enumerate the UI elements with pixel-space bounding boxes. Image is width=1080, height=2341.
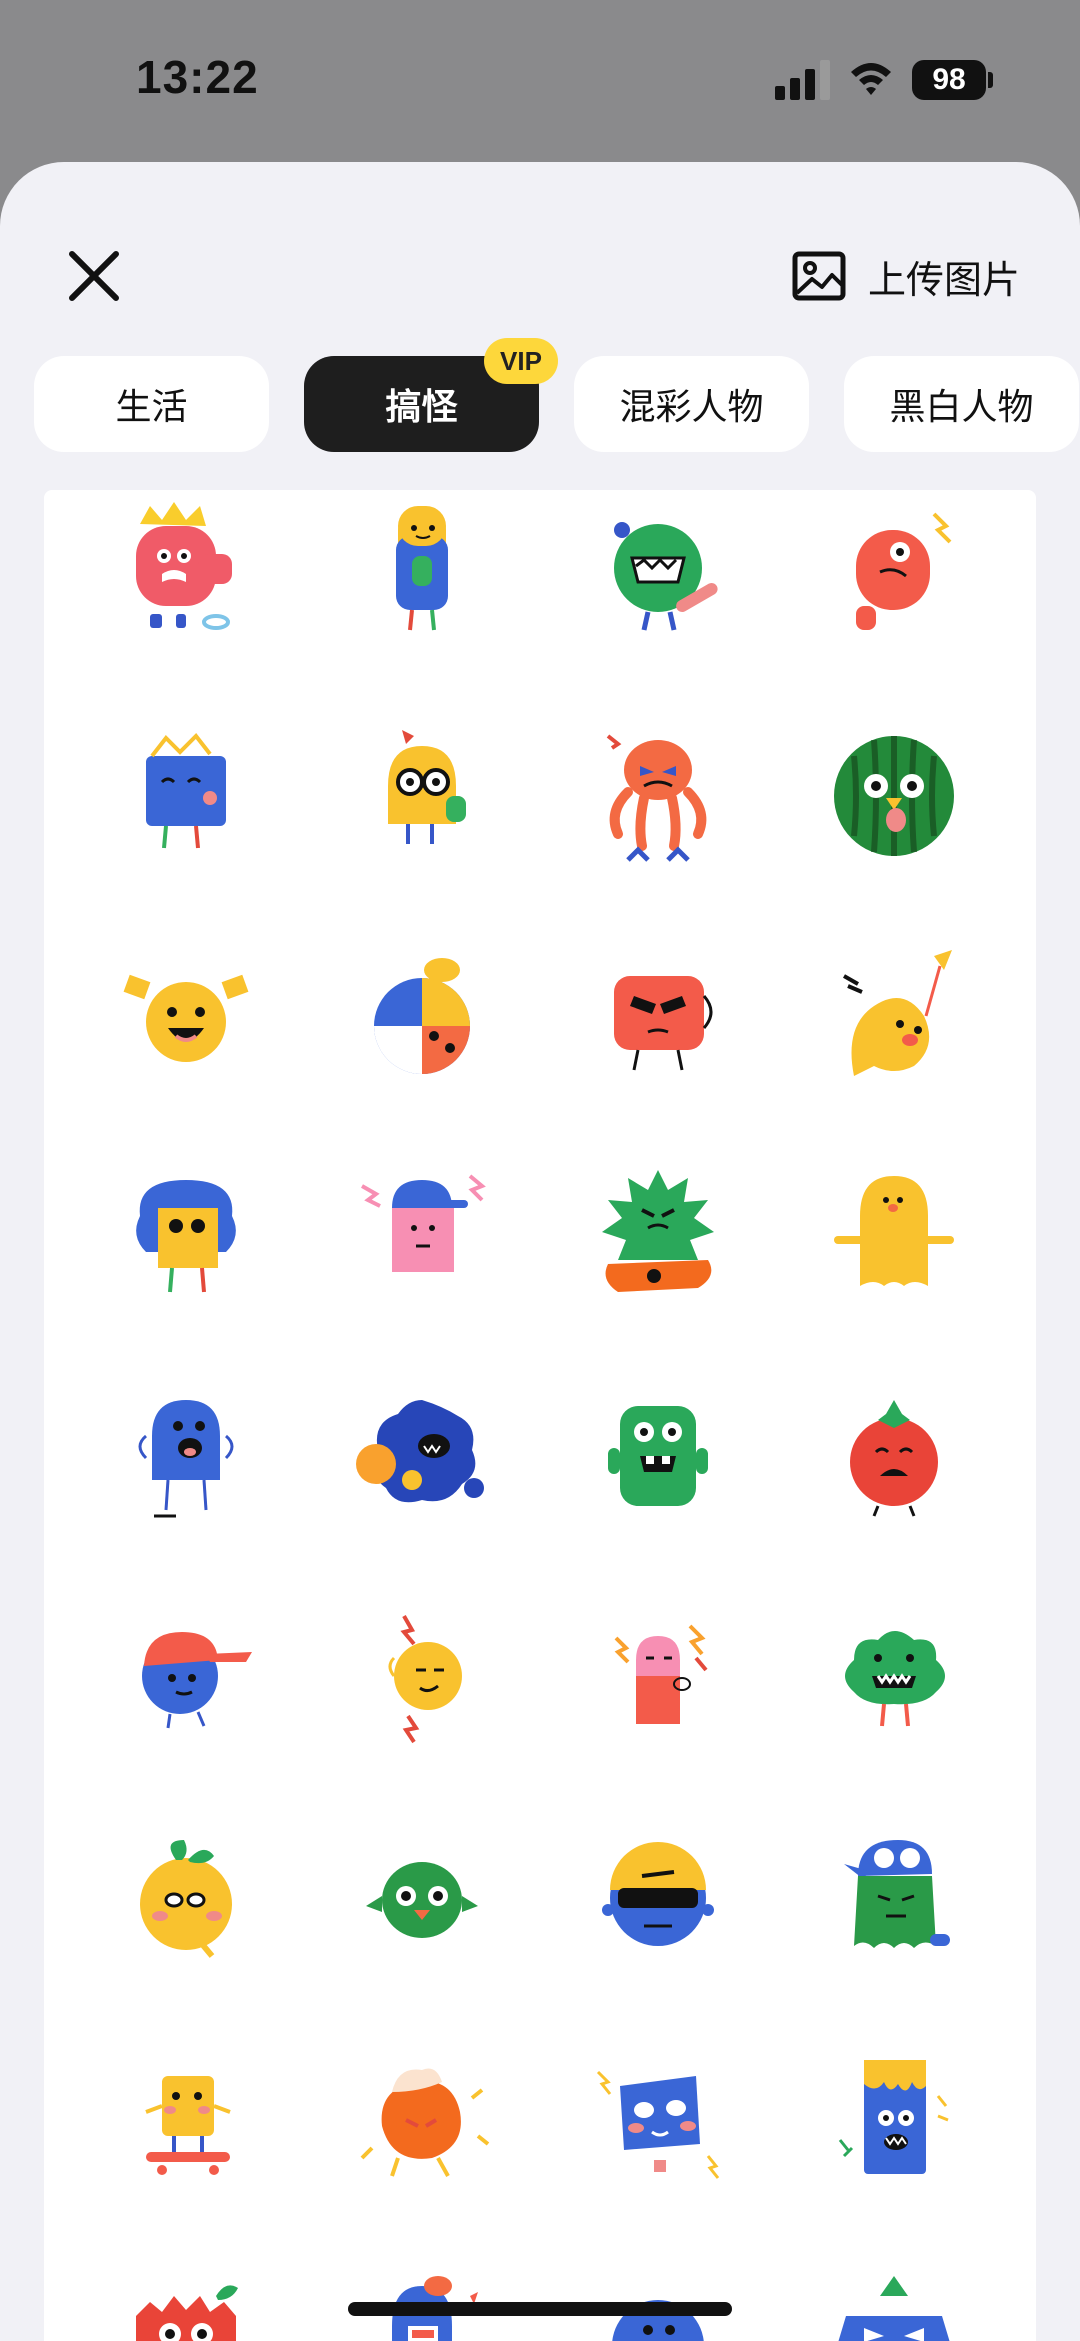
skateboard-sticker[interactable] (106, 2036, 266, 2196)
wifi-icon (851, 63, 891, 95)
blue-splash-monster-sticker[interactable] (342, 1376, 502, 1536)
lemon-face-sticker[interactable] (106, 1816, 266, 1976)
sticker-sheet: 上传图片 生活 搞怪 混彩人物 黑白人物 VIP (0, 162, 1080, 2341)
blue-hair-box-sticker[interactable] (106, 1156, 266, 1316)
home-indicator[interactable] (348, 2302, 732, 2316)
green-cloud-monster-sticker[interactable] (814, 1596, 974, 1756)
watermelon-sticker[interactable] (814, 716, 974, 876)
status-bar: 13:22 98 (0, 0, 1080, 160)
category-tabs: 生活 搞怪 混彩人物 黑白人物 VIP (34, 338, 1080, 456)
green-bird-sticker[interactable] (342, 1816, 502, 1976)
pink-ghost-sticker[interactable] (578, 1596, 738, 1756)
status-time: 13:22 (136, 51, 259, 103)
red-sunglasses-monster-sticker[interactable] (578, 936, 738, 1096)
blue-sunglasses-ball-sticker[interactable] (578, 1816, 738, 1976)
pink-cap-monster-sticker[interactable] (342, 1156, 502, 1316)
red-one-eye-monster-sticker[interactable] (814, 496, 974, 656)
tab-label: 搞怪 (385, 387, 458, 428)
yellow-ghost-sticker[interactable] (814, 936, 974, 1096)
split-color-ball-sticker[interactable] (342, 936, 502, 1096)
tall-yellow-head-sticker[interactable] (342, 496, 502, 656)
green-robot-monster-sticker[interactable] (578, 1376, 738, 1536)
blue-hat-sticker[interactable] (342, 2256, 502, 2341)
tomato-sticker[interactable] (814, 1376, 974, 1536)
battery-tip (988, 72, 993, 88)
blue-screaming-monster-sticker[interactable] (106, 1376, 266, 1536)
blue-box-monster-sticker[interactable] (106, 716, 266, 876)
upload-image-label: 上传图片 (867, 257, 1020, 302)
blue-round-sticker[interactable] (578, 2256, 738, 2341)
signal-icon (775, 60, 830, 100)
blue-cap-ball-sticker[interactable] (106, 1596, 266, 1756)
orange-ice-cream-sticker[interactable] (342, 2036, 502, 2196)
close-icon[interactable] (66, 248, 122, 304)
battery-icon: 98 (912, 60, 986, 100)
tab-mixed-color-people[interactable]: 混彩人物 (574, 356, 809, 452)
image-icon (792, 251, 846, 301)
red-spiky-sticker[interactable] (106, 2256, 266, 2341)
purple-blue-sticker[interactable] (814, 2256, 974, 2341)
yellow-blob-sticker[interactable] (814, 1156, 974, 1316)
orange-octopus-sticker[interactable] (578, 716, 738, 876)
green-cap-monster-sticker[interactable] (814, 1816, 974, 1976)
yellow-lightning-face-sticker[interactable] (342, 1596, 502, 1756)
tab-life[interactable]: 生活 (34, 356, 269, 452)
blue-phone-monster-sticker[interactable] (814, 2036, 974, 2196)
tab-bw-people[interactable]: 黑白人物 (844, 356, 1079, 452)
sticker-grid (44, 490, 1036, 2341)
crown-monster-sticker[interactable] (106, 496, 266, 656)
tab-label: 生活 (115, 387, 188, 428)
tab-label: 混彩人物 (619, 387, 764, 428)
yellow-angry-face-sticker[interactable] (106, 936, 266, 1096)
green-spiky-monster-sticker[interactable] (578, 1156, 738, 1316)
yellow-glasses-ghost-sticker[interactable] (342, 716, 502, 876)
tab-label: 黑白人物 (889, 387, 1034, 428)
green-fuzzy-monster-sticker[interactable] (578, 496, 738, 656)
blue-square-face-sticker[interactable] (578, 2036, 738, 2196)
upload-image-button[interactable]: 上传图片 (792, 246, 1020, 306)
vip-badge: VIP (484, 338, 558, 384)
